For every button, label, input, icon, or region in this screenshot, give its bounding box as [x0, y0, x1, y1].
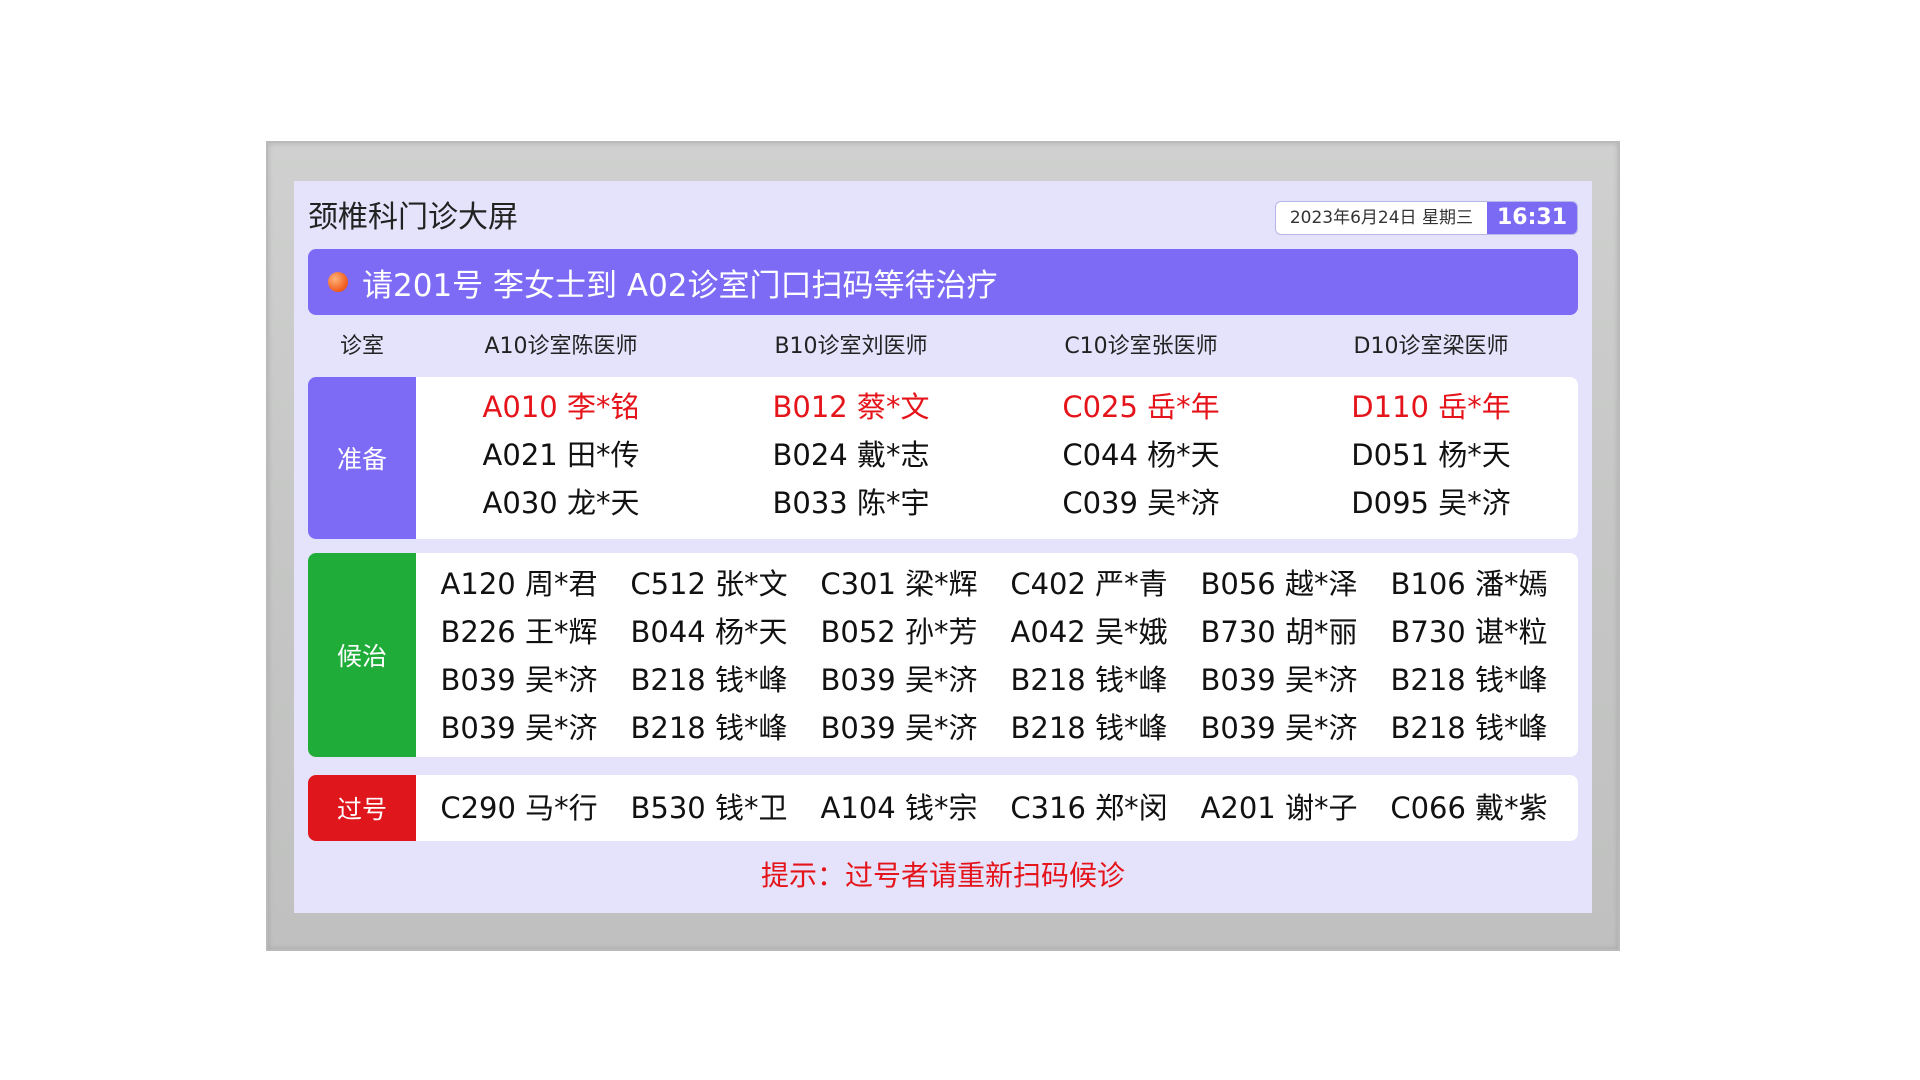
room-header-c: C10诊室张医师: [1064, 334, 1218, 359]
ready-entry: D051 杨*天: [1351, 438, 1511, 472]
waiting-entry: B730 胡*丽: [1200, 615, 1358, 649]
ready-entry: B024 戴*志: [772, 438, 930, 472]
waiting-entry: C512 张*文: [630, 567, 788, 601]
ready-tag: 准备: [308, 377, 416, 539]
waiting-entry: B218 钱*峰: [1390, 663, 1548, 697]
queue-screen: 颈椎科门诊大屏 2023年6月24日 星期三 16:31 请201号 李女士到 …: [294, 181, 1592, 913]
ready-entry: A021 田*传: [482, 438, 640, 472]
room-header-label: 诊室: [339, 334, 384, 359]
waiting-entry: B039 吴*济: [820, 663, 978, 697]
ready-entry: C044 杨*天: [1062, 438, 1220, 472]
missed-entry: A201 谢*子: [1200, 791, 1358, 825]
waiting-entry: A120 周*君: [440, 567, 598, 601]
room-header-b: B10诊室刘医师: [774, 334, 928, 359]
waiting-entry: B039 吴*济: [440, 711, 598, 745]
waiting-entry: B044 杨*天: [630, 615, 788, 649]
ready-entry: B033 陈*宇: [772, 486, 930, 520]
room-header-a: A10诊室陈医师: [484, 334, 638, 359]
waiting-entry: B218 钱*峰: [1010, 711, 1168, 745]
waiting-entry: B039 吴*济: [1200, 711, 1358, 745]
missed-tag: 过号: [308, 775, 416, 841]
waiting-entry: B218 钱*峰: [1390, 711, 1548, 745]
waiting-entry: B052 孙*芳: [820, 615, 978, 649]
tip-text: 提示：过号者请重新扫码候诊: [760, 859, 1125, 892]
waiting-entry: B056 越*泽: [1200, 567, 1358, 601]
call-banner: 请201号 李女士到 A02诊室门口扫码等待治疗: [308, 249, 1578, 315]
waiting-entry: B039 吴*济: [1200, 663, 1358, 697]
ready-entry: A010 李*铭: [482, 390, 640, 424]
ready-entry: A030 龙*天: [482, 486, 640, 520]
waiting-entry: B039 吴*济: [820, 711, 978, 745]
room-header-d: D10诊室梁医师: [1353, 334, 1509, 359]
ready-section: 准备 A010 李*铭 A021 田*传 A030 龙*天 B012 蔡*文 B024 …: [308, 377, 1578, 539]
waiting-entry: B218 钱*峰: [1010, 663, 1168, 697]
waiting-entry: B730 谌*粒: [1390, 615, 1548, 649]
missed-entry: A104 钱*宗: [820, 791, 978, 825]
missed-entry: B530 钱*卫: [630, 791, 788, 825]
screen-title: 颈椎科门诊大屏: [308, 200, 518, 235]
waiting-entry: B106 潘*嫣: [1390, 567, 1548, 601]
call-banner-text: 请201号 李女士到 A02诊室门口扫码等待治疗: [362, 267, 998, 304]
waiting-entry: C402 严*青: [1010, 567, 1168, 601]
ready-entry: B012 蔡*文: [772, 390, 930, 424]
ready-entry: C039 吴*济: [1062, 486, 1220, 520]
date-text: 2023年6月24日 星期三: [1289, 208, 1473, 228]
ready-entry: D095 吴*济: [1351, 486, 1511, 520]
waiting-entry: C301 梁*辉: [820, 567, 978, 601]
status-dot-icon: [328, 272, 348, 292]
missed-entry: C316 郑*闵: [1010, 791, 1168, 825]
waiting-entry: B218 钱*峰: [630, 663, 788, 697]
waiting-tag: 候治: [308, 553, 416, 757]
waiting-section: 候治 A120 周*君 C512 张*文 C301 梁*辉 C402 严*青 B056 …: [308, 553, 1578, 757]
waiting-entry: B226 王*辉: [440, 615, 598, 649]
time-text: 16:31: [1486, 202, 1577, 234]
ready-entry: C025 岳*年: [1062, 390, 1220, 424]
datetime-box: 2023年6月24日 星期三 16:31: [1274, 201, 1578, 235]
missed-section: 过号 C290 马*行 B530 钱*卫 A104 钱*宗 C316 郑*闵 A201 …: [308, 775, 1578, 841]
missed-entry: C066 戴*紫: [1390, 791, 1548, 825]
waiting-entry: A042 吴*娥: [1010, 615, 1168, 649]
waiting-entry: B039 吴*济: [440, 663, 598, 697]
ready-entry: D110 岳*年: [1351, 390, 1511, 424]
missed-entry: C290 马*行: [440, 791, 598, 825]
waiting-entry: B218 钱*峰: [630, 711, 788, 745]
